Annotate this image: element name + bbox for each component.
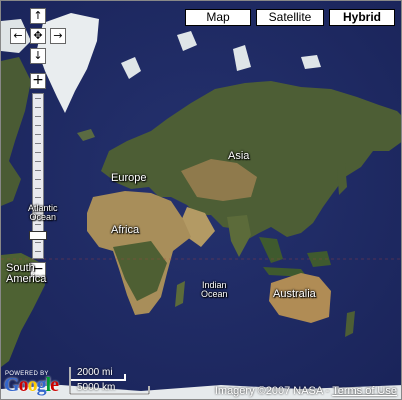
zoom-tick: [35, 152, 41, 153]
pan-center-button[interactable]: ✥: [30, 28, 46, 44]
logo-letter: o: [27, 374, 38, 396]
label-indian-ocean: Indian Ocean: [201, 280, 228, 299]
zoom-tick: [35, 242, 41, 243]
logo-letter: g: [36, 374, 47, 396]
logo-letter: G: [4, 374, 20, 396]
zoom-tick: [35, 116, 41, 117]
pan-up-button[interactable]: ↑: [30, 8, 46, 24]
zoom-tick: [35, 107, 41, 108]
label-atlantic-ocean: Atlantic Ocean: [28, 203, 58, 222]
label-south-america: South America: [6, 262, 47, 285]
zoom-tick: [35, 125, 41, 126]
zoom-in-button[interactable]: +: [30, 73, 46, 89]
pan-down-button[interactable]: ↓: [30, 48, 46, 64]
map-container[interactable]: Map Satellite Hybrid ↑ ← ✥ → ↓ + − Europ…: [0, 0, 402, 400]
logo-letter: e: [50, 374, 59, 396]
zoom-tick: [35, 188, 41, 189]
zoom-tick: [35, 197, 41, 198]
zoom-tick: [35, 134, 41, 135]
scale-miles: 2000 mi: [77, 367, 113, 378]
map-type-hybrid-button[interactable]: Hybrid: [329, 9, 395, 26]
label-africa: Africa: [111, 224, 140, 236]
label-europe: Europe: [111, 172, 147, 184]
zoom-tick: [35, 251, 41, 252]
label-asia: Asia: [228, 150, 250, 162]
logo-letter: o: [18, 374, 29, 396]
zoom-tick: [35, 224, 41, 225]
pan-left-button[interactable]: ←: [10, 28, 26, 44]
imagery-credit: Imagery ©2007 NASA -: [214, 385, 333, 397]
scale-bar: 2000 mi 5000 km: [69, 366, 155, 396]
label-australia: Australia: [273, 288, 316, 300]
zoom-slider-handle[interactable]: [29, 231, 47, 240]
attribution: Imagery ©2007 NASA - Terms of Use: [215, 385, 397, 397]
zoom-tick: [35, 170, 41, 171]
zoom-tick: [35, 143, 41, 144]
scale-km: 5000 km: [77, 382, 116, 393]
map-type-satellite-button[interactable]: Satellite: [256, 9, 324, 26]
terms-of-use-link[interactable]: Terms of Use: [332, 385, 397, 397]
pan-right-button[interactable]: →: [50, 28, 66, 44]
google-logo[interactable]: Google: [4, 374, 59, 397]
zoom-tick: [35, 179, 41, 180]
satellite-imagery: [1, 1, 401, 399]
map-type-map-button[interactable]: Map: [185, 9, 251, 26]
zoom-tick: [35, 161, 41, 162]
zoom-tick: [35, 98, 41, 99]
